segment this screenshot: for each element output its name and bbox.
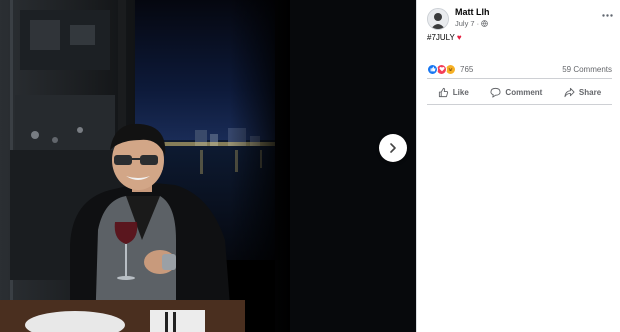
photo-area bbox=[0, 0, 416, 332]
profile-picture bbox=[428, 9, 448, 29]
caption-text[interactable]: #7JULY bbox=[427, 33, 455, 42]
thumbs-up-icon bbox=[438, 87, 448, 97]
post-photo[interactable] bbox=[0, 0, 416, 332]
post-header: Matt Llh July 7 · bbox=[427, 6, 614, 34]
globe-icon bbox=[481, 20, 488, 27]
reaction-count: 765 bbox=[460, 64, 474, 74]
chevron-right-icon bbox=[390, 143, 396, 153]
post-time-row: July 7 · bbox=[455, 18, 600, 29]
share-button[interactable]: Share bbox=[558, 85, 607, 100]
like-icon bbox=[427, 63, 438, 75]
heart-emoji: ♥ bbox=[456, 33, 462, 42]
author-name[interactable]: Matt Llh bbox=[455, 6, 600, 18]
share-label: Share bbox=[578, 87, 602, 97]
comment-button[interactable]: Comment bbox=[484, 85, 548, 100]
comment-icon bbox=[490, 87, 501, 98]
post-meta: Matt Llh July 7 · bbox=[455, 6, 600, 29]
reactions-summary[interactable]: 765 bbox=[427, 63, 474, 75]
share-icon bbox=[564, 87, 575, 97]
photo-viewer: Matt Llh July 7 · #7JULY ♥ 765 59 Commen… bbox=[0, 0, 620, 332]
more-dots-icon bbox=[601, 13, 613, 17]
comments-count[interactable]: 59 Comments bbox=[562, 65, 612, 74]
post-timestamp[interactable]: July 7 · bbox=[455, 18, 479, 29]
post-actions: Like Comment Share bbox=[427, 82, 612, 102]
divider bbox=[427, 78, 612, 79]
avatar[interactable] bbox=[427, 8, 449, 30]
post-caption: #7JULY ♥ bbox=[427, 33, 462, 42]
comment-label: Comment bbox=[505, 87, 543, 97]
like-button[interactable]: Like bbox=[432, 85, 475, 100]
post-sidebar: Matt Llh July 7 · #7JULY ♥ 765 59 Commen… bbox=[416, 0, 620, 332]
divider bbox=[427, 104, 612, 105]
next-photo-button[interactable] bbox=[379, 134, 407, 162]
like-label: Like bbox=[452, 87, 469, 97]
reaction-stats: 765 59 Comments bbox=[427, 62, 612, 76]
more-options-button[interactable] bbox=[600, 8, 614, 22]
